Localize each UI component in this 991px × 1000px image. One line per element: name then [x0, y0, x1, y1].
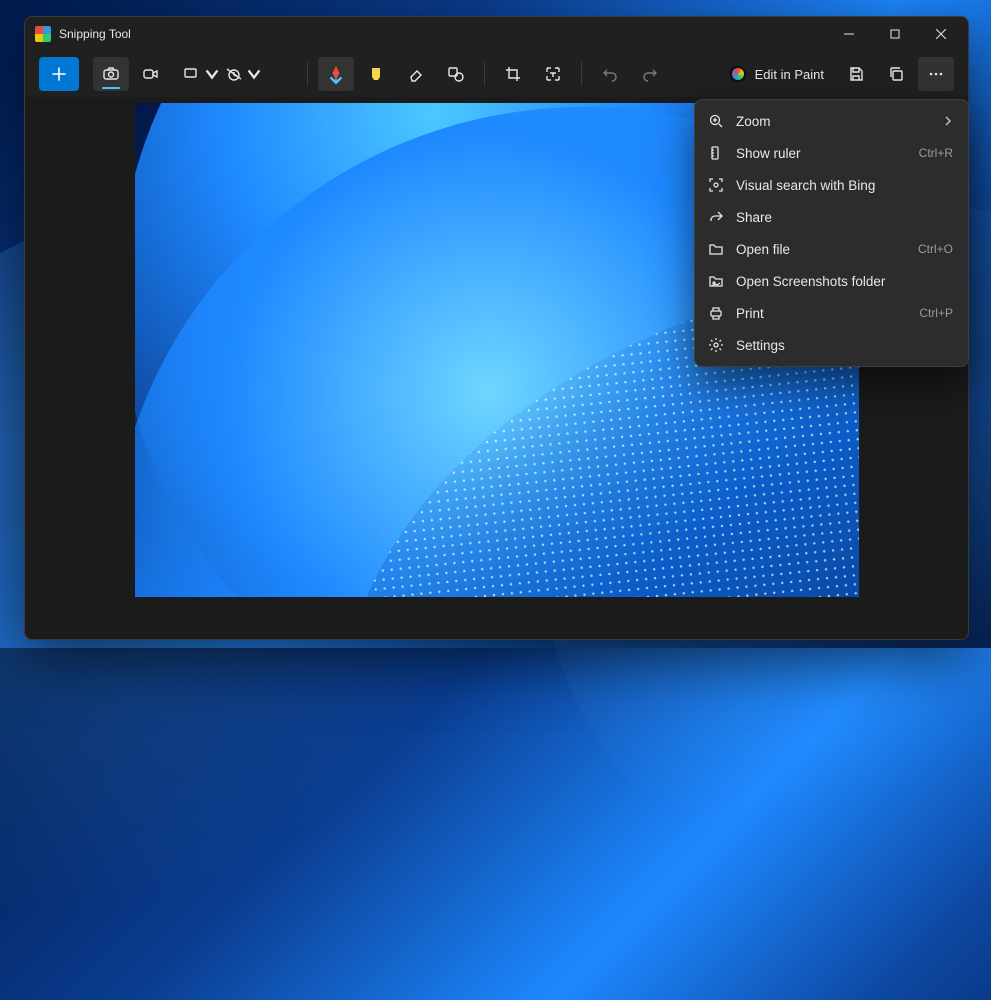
scan-icon	[708, 177, 724, 193]
menu-shortcut: Ctrl+P	[919, 306, 953, 320]
menu-label: Open Screenshots folder	[736, 274, 953, 289]
close-button[interactable]	[918, 17, 964, 51]
print-icon	[708, 305, 724, 321]
paint-icon	[729, 65, 747, 83]
gear-icon	[708, 337, 724, 353]
app-icon	[35, 26, 51, 42]
save-button[interactable]	[838, 57, 874, 91]
undo-button[interactable]	[592, 57, 628, 91]
chevron-right-icon	[943, 114, 953, 129]
menu-label: Visual search with Bing	[736, 178, 953, 193]
more-button[interactable]	[918, 57, 954, 91]
menu-item-visual-search[interactable]: Visual search with Bing	[700, 169, 963, 201]
folder-image-icon	[708, 273, 724, 289]
snip-shape-dropdown[interactable]	[183, 57, 221, 91]
edit-in-paint-label: Edit in Paint	[755, 67, 824, 82]
minimize-button[interactable]	[826, 17, 872, 51]
photo-mode-button[interactable]	[93, 57, 129, 91]
menu-item-open-screenshots-folder[interactable]: Open Screenshots folder	[700, 265, 963, 297]
redo-button[interactable]	[632, 57, 668, 91]
shapes-tool-button[interactable]	[438, 57, 474, 91]
folder-icon	[708, 241, 724, 257]
menu-shortcut: Ctrl+O	[918, 242, 953, 256]
eraser-tool-button[interactable]	[398, 57, 434, 91]
app-window: Snipping Tool	[24, 16, 969, 640]
text-extract-button[interactable]	[535, 57, 571, 91]
zoom-icon	[708, 113, 724, 129]
toolbar: Edit in Paint	[25, 51, 968, 97]
more-menu: Zoom Show ruler Ctrl+R Visual search wit…	[694, 99, 969, 367]
video-mode-button[interactable]	[133, 57, 169, 91]
menu-label: Settings	[736, 338, 953, 353]
highlighter-tool-button[interactable]	[358, 57, 394, 91]
menu-label: Print	[736, 306, 907, 321]
menu-item-settings[interactable]: Settings	[700, 329, 963, 361]
menu-label: Show ruler	[736, 146, 907, 161]
crop-tool-button[interactable]	[495, 57, 531, 91]
menu-item-zoom[interactable]: Zoom	[700, 105, 963, 137]
ruler-icon	[708, 145, 724, 161]
new-snip-button[interactable]	[39, 57, 79, 91]
menu-item-share[interactable]: Share	[700, 201, 963, 233]
menu-shortcut: Ctrl+R	[919, 146, 953, 160]
share-icon	[708, 209, 724, 225]
menu-item-open-file[interactable]: Open file Ctrl+O	[700, 233, 963, 265]
menu-label: Share	[736, 210, 953, 225]
delay-dropdown[interactable]	[225, 57, 263, 91]
maximize-button[interactable]	[872, 17, 918, 51]
menu-item-ruler[interactable]: Show ruler Ctrl+R	[700, 137, 963, 169]
menu-label: Zoom	[736, 114, 931, 129]
pen-tool-button[interactable]	[318, 57, 354, 91]
title-bar: Snipping Tool	[25, 17, 968, 51]
menu-label: Open file	[736, 242, 906, 257]
copy-button[interactable]	[878, 57, 914, 91]
app-title: Snipping Tool	[59, 27, 131, 41]
menu-item-print[interactable]: Print Ctrl+P	[700, 297, 963, 329]
edit-in-paint-button[interactable]: Edit in Paint	[719, 57, 834, 91]
